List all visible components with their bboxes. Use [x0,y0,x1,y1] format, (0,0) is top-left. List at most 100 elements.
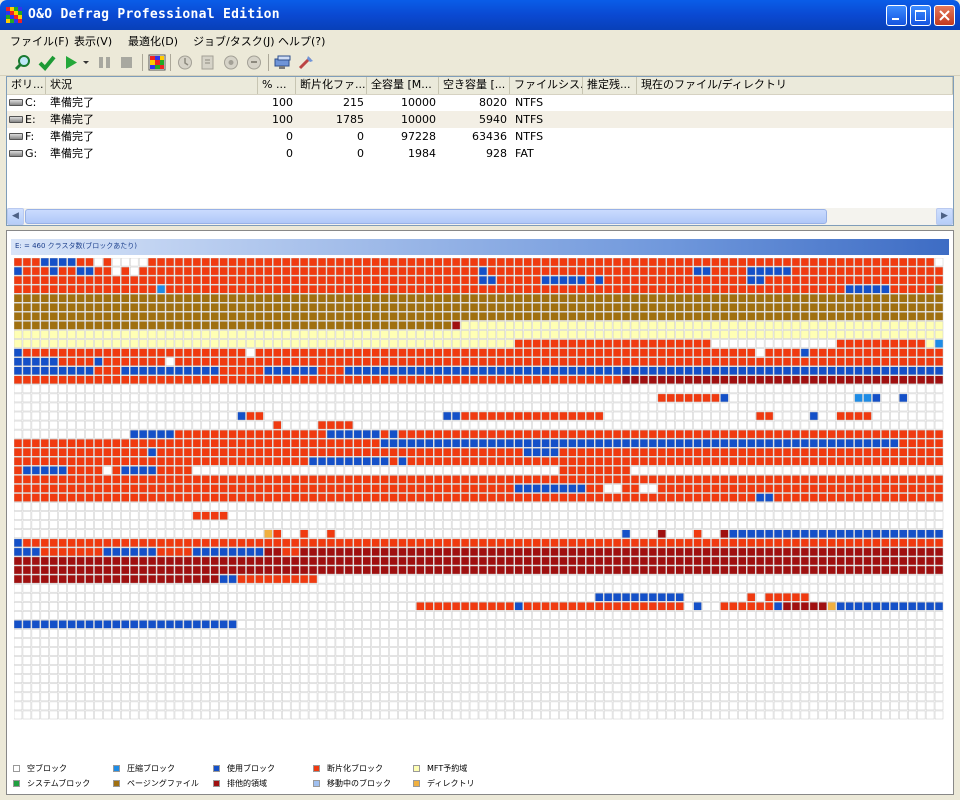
sched-2-icon[interactable] [199,54,217,71]
settings-icon[interactable] [297,54,315,71]
cluster-block [612,475,622,484]
cluster-block [791,266,801,276]
menu-optimize[interactable]: 最適化(D) [128,33,178,49]
cluster-block [344,275,354,285]
cluster-block [693,375,702,385]
cluster-block [934,275,944,285]
report-icon[interactable] [274,54,292,71]
col-filesystem[interactable]: ファイルシス... [510,77,583,94]
cluster-block [273,502,282,511]
cluster-block [344,339,354,348]
sched-1-icon[interactable] [176,54,194,71]
menu-file[interactable]: ファイル(F) [10,33,69,49]
cluster-block [308,293,318,303]
pause-icon[interactable] [96,54,114,71]
col-fragmented[interactable]: 断片化ファ... [296,77,367,94]
stop-icon[interactable] [118,54,136,71]
cluster-block [228,284,237,294]
cluster-block [621,293,631,303]
cluster-block [192,447,202,457]
menu-jobs[interactable]: ジョブ/タスク(J) [193,33,275,49]
cluster-block [863,384,872,394]
cluster-block [916,447,926,457]
cluster-block [755,447,765,457]
cluster-block [398,583,407,593]
col-total[interactable]: 全容量 [M... [367,77,439,94]
cluster-block [800,638,810,647]
col-status[interactable]: 状況 [46,77,258,94]
cluster-block [675,574,684,584]
cluster-block [630,547,640,557]
col-eta[interactable]: 推定残... [583,77,637,94]
cluster-block [738,384,747,394]
cluster-block [595,502,604,511]
cluster-block [147,402,157,412]
sched-3-icon[interactable] [222,54,240,71]
cluster-block [773,375,783,385]
col-current[interactable]: 現在のファイル/ディレクトリ [637,77,953,94]
start-icon[interactable] [62,54,80,71]
cluster-block [702,638,711,647]
cluster-block [818,538,827,548]
maximize-button[interactable] [910,5,931,26]
cluster-view-icon[interactable] [148,54,166,71]
cluster-block [478,538,488,548]
cluster-block [290,565,300,575]
cluster-block [568,611,577,620]
cluster-block [863,502,872,511]
cell-drive: F: [25,130,35,143]
cluster-block [720,339,729,348]
col-volume[interactable]: ボリ... [7,77,46,94]
title-bar[interactable]: O&O Defrag Professional Edition [0,0,960,30]
cluster-block [273,475,282,484]
cluster-block [442,547,452,557]
cluster-block [550,384,559,394]
volume-row[interactable]: F: 準備完了 0 0 97228 63436 NTFS [7,128,953,145]
cluster-block [389,366,398,376]
check-icon[interactable] [38,54,56,71]
cluster-block [773,330,783,339]
cluster-block [130,638,139,647]
cluster-block [389,293,398,303]
cluster-block [505,638,515,647]
cluster-block [317,284,327,294]
cluster-block [845,547,854,557]
sched-4-icon[interactable] [245,54,263,71]
cluster-block [273,565,282,575]
cluster-block [219,457,228,466]
cluster-block [827,447,836,457]
cluster-block [738,583,747,593]
volume-row[interactable]: C: 準備完了 100 215 10000 8020 NTFS [7,94,953,111]
cluster-block [675,656,684,665]
cluster-block [639,556,649,566]
cluster-block [264,592,273,602]
cluster-block [899,438,908,448]
cluster-block [371,502,380,511]
scroll-thumb[interactable] [25,209,827,224]
dropdown-arrow-icon[interactable] [82,54,90,71]
cluster-block [49,348,58,357]
cluster-map-grid[interactable] [14,258,944,720]
cluster-block [684,475,693,484]
menu-view[interactable]: 表示(V) [74,33,112,49]
minimize-button[interactable] [886,5,907,26]
menu-help[interactable]: ヘルプ(?) [278,33,325,49]
cluster-block [899,275,908,285]
cluster-block [22,266,32,276]
cluster-block [916,529,926,539]
cluster-block [603,348,613,357]
volume-row[interactable]: G: 準備完了 0 0 1984 928 FAT [7,145,953,162]
close-button[interactable] [934,5,955,26]
col-percent[interactable]: % ... [258,77,296,94]
cluster-block [156,275,166,285]
scroll-left-button[interactable]: ◀ [7,208,24,225]
cluster-block [782,583,792,593]
cluster-block [156,348,166,357]
cluster-block [818,611,827,620]
analyze-icon[interactable] [14,54,32,71]
horizontal-scrollbar[interactable]: ◀ ▶ [7,208,953,225]
scroll-right-button[interactable]: ▶ [936,208,953,225]
volume-row[interactable]: E: 準備完了 100 1785 10000 5940 NTFS [7,111,953,128]
cluster-block [854,420,863,430]
col-free[interactable]: 空き容量 [... [439,77,510,94]
